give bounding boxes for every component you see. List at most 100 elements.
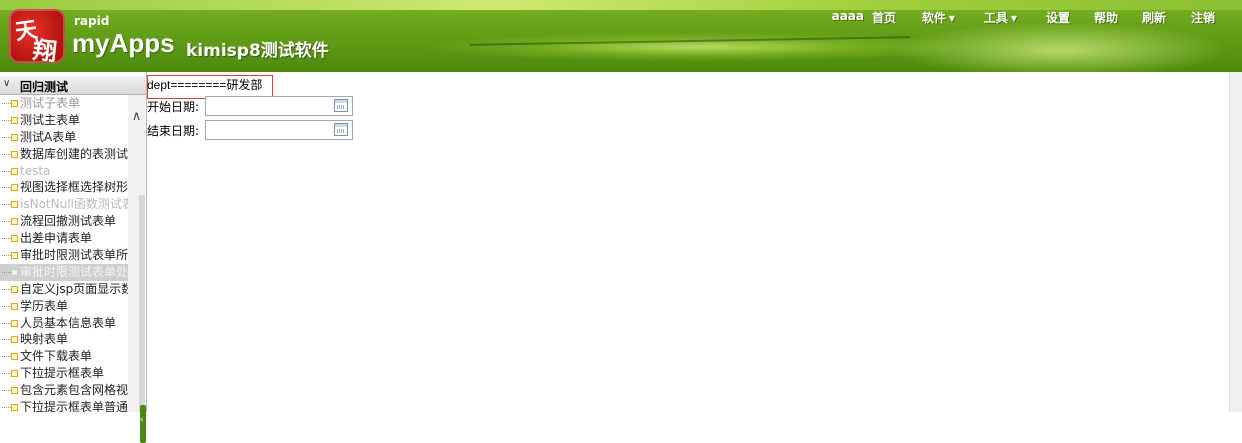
tree-item-label: 审批时限测试表单所有 <box>20 248 128 263</box>
form-icon <box>11 218 18 226</box>
nav-label: 工具 <box>983 11 1008 25</box>
form-icon <box>11 268 18 276</box>
tree-item-label: 人员基本信息表单 <box>20 315 117 330</box>
form-icon <box>11 370 18 378</box>
tree-item[interactable]: 测试子表单 <box>0 95 128 112</box>
tree-item[interactable]: 流程回撤测试表单 <box>0 213 128 230</box>
tree-item-label: 下拉提示框表单普通列 <box>20 400 128 412</box>
form-icon <box>11 201 18 209</box>
form-icon <box>11 404 18 412</box>
nav-label: 注销 <box>1190 11 1215 25</box>
nav-settings[interactable]: 设置 <box>1046 9 1070 26</box>
form-icon <box>11 116 18 124</box>
end-date-input[interactable] <box>205 120 353 140</box>
form-icon <box>11 319 18 327</box>
tree-item-label: 数据库创建的表测试 <box>20 146 128 161</box>
nav-user-aaaa[interactable]: aaaa <box>832 9 864 23</box>
nav-label: 设置 <box>1045 11 1070 25</box>
start-date-label: 开始日期: <box>147 100 200 114</box>
tree-item[interactable]: 学历表单 <box>0 298 128 315</box>
form-icon <box>11 353 18 361</box>
chevron-down-icon: ▼ <box>1010 14 1017 23</box>
chevron-left-icon: ‹ <box>140 415 144 425</box>
app-header: 天 翔 rapid myApps kimisp8测试软件 aaaa 首页 软件 ▼… <box>0 0 1242 72</box>
tree-item[interactable]: 自定义jsp页面显示数 <box>0 281 128 298</box>
form-icon <box>11 387 18 395</box>
form-icon <box>11 302 18 310</box>
calendar-icon[interactable] <box>334 123 348 136</box>
brand-name: myApps <box>72 28 175 58</box>
form-icon <box>11 285 18 293</box>
tree-item-label: 测试主表单 <box>20 112 81 127</box>
tree-item[interactable]: 下拉提示框表单 <box>0 365 128 382</box>
tree-item[interactable]: 文件下载表单 <box>0 348 128 365</box>
tree-item-label: 包含元素包含网格视图 <box>20 383 128 398</box>
logo-glyph-2: 翔 <box>31 34 59 67</box>
sidebar-scrollbar[interactable]: ∧ <box>128 95 145 412</box>
tree-item-label: 学历表单 <box>20 298 69 313</box>
start-date-row: 开始日期: <box>147 96 353 116</box>
end-date-row: 结束日期: <box>147 120 353 140</box>
form-icon <box>11 167 18 175</box>
tree-item-label: isNotNull函数测试表单 <box>20 197 128 212</box>
nav-help[interactable]: 帮助 <box>1094 9 1118 26</box>
tree-item[interactable]: 下拉提示框表单普通列 <box>0 399 128 412</box>
tree-item-label: 出差申请表单 <box>20 231 93 246</box>
nav-label: aaaa <box>831 9 864 23</box>
nav-software-menu[interactable]: 软件 ▼ <box>922 9 955 26</box>
form-icon <box>11 184 18 192</box>
scroll-up-icon[interactable]: ∧ <box>129 110 144 124</box>
start-date-input[interactable] <box>205 96 353 116</box>
tree-item-label: 自定义jsp页面显示数 <box>20 281 128 296</box>
tree-item-label: 测试A表单 <box>20 129 77 144</box>
calendar-icon[interactable] <box>334 99 348 112</box>
scrollbar-thumb[interactable] <box>139 195 145 412</box>
sidebar-section-header[interactable]: ∨ 回归测试 <box>0 76 146 95</box>
tree-item-label: 视图选择框选择树形视 <box>20 180 128 195</box>
tree-item[interactable]: 包含元素包含网格视图 <box>0 382 128 399</box>
form-icon <box>11 150 18 158</box>
nav-label: 首页 <box>871 11 896 25</box>
nav-label: 刷新 <box>1141 11 1166 25</box>
nav-refresh[interactable]: 刷新 <box>1142 9 1166 26</box>
tree-item[interactable]: 测试A表单 <box>0 129 128 146</box>
tree-item[interactable]: testa <box>0 163 128 180</box>
tree-item[interactable]: 出差申请表单 <box>0 230 128 247</box>
tree-item[interactable]: 人员基本信息表单 <box>0 315 128 332</box>
tree-item[interactable]: isNotNull函数测试表单 <box>0 196 128 213</box>
tree-item[interactable]: 审批时限测试表单所有 <box>0 247 128 264</box>
main-content: dept========研发部 开始日期: 结束日期: <box>147 72 1229 412</box>
main-scrollbar[interactable] <box>1229 72 1242 412</box>
logo-emblem: 天 翔 <box>9 9 65 66</box>
dept-value-text: dept========研发部 <box>147 78 263 92</box>
header-decoration-right <box>880 20 1242 72</box>
tree-item-label: 下拉提示框表单 <box>20 366 105 381</box>
nav-label: 软件 <box>921 11 946 25</box>
nav-home[interactable]: 首页 <box>872 9 896 26</box>
collapse-panel-handle[interactable]: ‹ <box>140 405 146 443</box>
nav-tools-menu[interactable]: 工具 ▼ <box>984 9 1017 26</box>
form-tree: 测试子表单测试主表单测试A表单数据库创建的表测试 testa 视图选择框选择树形视 i… <box>0 95 128 412</box>
chevron-down-icon[interactable]: ∨ <box>3 78 10 89</box>
left-navigation-panel: ∨ 回归测试 测试子表单测试主表单测试A表单数据库创建的表测试 testa 视图选择… <box>0 72 147 443</box>
brand-tagline: rapid <box>74 14 110 28</box>
form-icon <box>11 336 18 344</box>
chevron-down-icon: ▼ <box>948 14 955 23</box>
nav-label: 帮助 <box>1093 11 1118 25</box>
tree-item[interactable]: 视图选择框选择树形视 <box>0 179 128 196</box>
tree-item-label: 测试子表单 <box>20 96 81 110</box>
end-date-label: 结束日期: <box>147 124 200 138</box>
tree-item-label: 审批时限测试表单处理 <box>20 264 128 279</box>
tree-item[interactable]: 测试主表单 <box>0 112 128 129</box>
tree-item[interactable]: 映射表单 <box>0 331 128 348</box>
tree-item[interactable]: 数据库创建的表测试 <box>0 146 128 163</box>
form-icon <box>11 252 18 260</box>
form-icon <box>11 133 18 141</box>
tree-item[interactable]: 审批时限测试表单处理 <box>0 263 128 281</box>
sidebar-section-title: 回归测试 <box>20 80 69 94</box>
application-title: kimisp8测试软件 <box>186 41 329 61</box>
form-icon <box>11 100 18 107</box>
tree-item-label: testa <box>20 163 51 178</box>
nav-logout[interactable]: 注销 <box>1191 9 1215 26</box>
tree-item-label: 映射表单 <box>20 332 69 347</box>
